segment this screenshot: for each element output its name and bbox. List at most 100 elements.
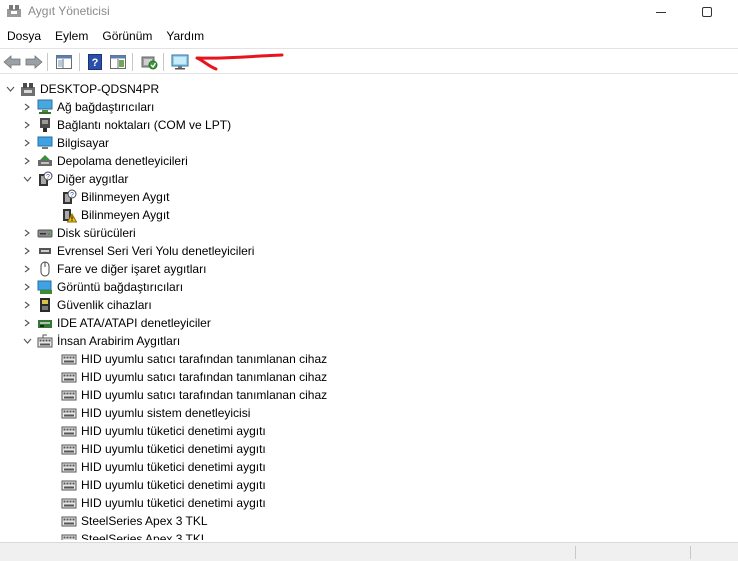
expand-chevron-icon[interactable] — [22, 156, 32, 166]
scan-hardware-icon — [141, 56, 158, 70]
scan-hardware-button[interactable] — [139, 52, 159, 72]
tree-node-device[interactable]: SteelSeries Apex 3 TKL — [46, 512, 208, 530]
tree-item-label: HID uyumlu tüketici denetimi aygıtı — [81, 442, 266, 456]
expand-chevron-icon[interactable] — [22, 120, 32, 130]
hid-device-icon — [61, 477, 77, 493]
tree-node-device[interactable]: HID uyumlu satıcı tarafından tanımlanan … — [46, 386, 327, 404]
title-bar: Aygıt Yöneticisi — [0, 0, 738, 24]
tree-node-device[interactable]: SteelSeries Apex 3 TKL — [46, 530, 208, 540]
hid-device-icon — [61, 531, 77, 540]
menu-eylem[interactable]: Eylem — [48, 26, 95, 46]
tree-item-label: Evrensel Seri Veri Yolu denetleyicileri — [57, 244, 255, 258]
tree-node-device[interactable]: HID uyumlu tüketici denetimi aygıtı — [46, 494, 266, 512]
disk-drive-icon — [37, 225, 53, 241]
tree-item-label: Güvenlik cihazları — [57, 298, 152, 312]
tree-item-label: SteelSeries Apex 3 TKL — [81, 532, 208, 540]
root-computer-icon — [20, 81, 36, 97]
forward-icon — [25, 55, 43, 69]
unknown-device-warning-icon — [61, 207, 77, 223]
tree-item-label: DESKTOP-QDSN4PR — [40, 82, 160, 96]
tree-node-device[interactable]: HID uyumlu satıcı tarafından tanımlanan … — [46, 368, 327, 386]
tree-item-label: Disk sürücüleri — [57, 226, 136, 240]
tree-node-device[interactable]: HID uyumlu tüketici denetimi aygıtı — [46, 440, 266, 458]
svg-text:?: ? — [70, 192, 74, 199]
svg-text:?: ? — [92, 57, 99, 69]
tree-node-category[interactable]: Güvenlik cihazları — [22, 296, 152, 314]
tree-node-category[interactable]: Depolama denetleyicileri — [22, 152, 188, 170]
properties-pane-button[interactable] — [108, 52, 128, 72]
tree-node-category[interactable]: Bilgisayar — [22, 134, 109, 152]
help-button[interactable]: ? — [85, 52, 105, 72]
tree-item-label: HID uyumlu tüketici denetimi aygıtı — [81, 460, 266, 474]
tree-item-label: Bilinmeyen Aygıt — [81, 208, 170, 222]
expand-chevron-icon[interactable] — [22, 246, 32, 256]
tree-node-category[interactable]: Görüntü bağdaştırıcıları — [22, 278, 183, 296]
tree-node-category[interactable]: İnsan Arabirim Aygıtları — [22, 332, 180, 350]
menu-dosya[interactable]: Dosya — [0, 26, 48, 46]
tree-node-device[interactable]: Bilinmeyen Aygıt — [46, 206, 170, 224]
hid-device-icon — [61, 423, 77, 439]
tree-node-device[interactable]: HID uyumlu satıcı tarafından tanımlanan … — [46, 350, 327, 368]
tree-node-device[interactable]: HID uyumlu sistem denetleyicisi — [46, 404, 250, 422]
status-divider — [575, 546, 576, 559]
hid-device-icon — [61, 405, 77, 421]
menu-bar: Dosya Eylem Görünüm Yardım — [0, 26, 738, 46]
svg-text:?: ? — [46, 174, 50, 181]
unknown-device-icon: ? — [61, 189, 77, 205]
storage-controller-icon — [37, 153, 53, 169]
tree-node-category[interactable]: ? Diğer aygıtlar — [22, 170, 128, 188]
expand-chevron-icon[interactable] — [22, 300, 32, 310]
window-title: Aygıt Yöneticisi — [28, 4, 110, 18]
tree-node-category[interactable]: Disk sürücüleri — [22, 224, 136, 242]
tree-node-category[interactable]: Bağlantı noktaları (COM ve LPT) — [22, 116, 231, 134]
monitor-button[interactable] — [170, 52, 190, 72]
collapse-chevron-icon[interactable] — [5, 84, 15, 94]
expand-chevron-icon[interactable] — [22, 102, 32, 112]
tree-item-label: Görüntü bağdaştırıcıları — [57, 280, 184, 294]
minimize-button[interactable] — [638, 0, 684, 24]
tree-node-device[interactable]: HID uyumlu tüketici denetimi aygıtı — [46, 422, 266, 440]
collapse-chevron-icon[interactable] — [22, 336, 32, 346]
maximize-button[interactable] — [684, 0, 730, 24]
toolbar: ? — [0, 48, 738, 74]
collapse-chevron-icon[interactable] — [22, 174, 32, 184]
forward-button[interactable] — [24, 52, 44, 72]
tree-item-label: SteelSeries Apex 3 TKL — [81, 514, 208, 528]
tree-node-device[interactable]: ? Bilinmeyen Aygıt — [46, 188, 170, 206]
toolbar-divider — [132, 53, 133, 71]
usb-controller-icon — [37, 243, 53, 259]
tree-node-device[interactable]: HID uyumlu tüketici denetimi aygıtı — [46, 476, 266, 494]
help-icon: ? — [88, 54, 102, 70]
back-button[interactable] — [2, 52, 22, 72]
show-hide-console-tree-button[interactable] — [54, 52, 74, 72]
menu-yardim[interactable]: Yardım — [159, 26, 211, 46]
minimize-icon — [656, 11, 666, 13]
expand-chevron-icon[interactable] — [22, 138, 32, 148]
tree-item-label: Diğer aygıtlar — [57, 172, 129, 186]
tree-item-label: Bilgisayar — [57, 136, 110, 150]
expand-chevron-icon[interactable] — [22, 264, 32, 274]
tree-node-category[interactable]: Ağ bağdaştırıcıları — [22, 98, 154, 116]
tree-item-label: HID uyumlu tüketici denetimi aygıtı — [81, 496, 266, 510]
hid-device-icon — [61, 513, 77, 529]
expand-chevron-icon[interactable] — [22, 282, 32, 292]
expand-chevron-icon[interactable] — [22, 318, 32, 328]
tree-item-label: İnsan Arabirim Aygıtları — [57, 334, 181, 348]
tree-root[interactable]: DESKTOP-QDSN4PR — [5, 80, 159, 98]
tree-node-category[interactable]: Fare ve diğer işaret aygıtları — [22, 260, 206, 278]
tree-item-label: HID uyumlu satıcı tarafından tanımlanan … — [81, 388, 328, 402]
hid-device-icon — [61, 459, 77, 475]
tree-node-category[interactable]: Evrensel Seri Veri Yolu denetleyicileri — [22, 242, 254, 260]
expand-chevron-icon[interactable] — [22, 228, 32, 238]
tree-node-category[interactable]: IDE ATA/ATAPI denetleyiciler — [22, 314, 211, 332]
hid-device-icon — [61, 495, 77, 511]
computer-icon — [37, 135, 53, 151]
console-tree-icon — [56, 55, 72, 69]
menu-gorunum[interactable]: Görünüm — [95, 26, 159, 46]
hid-device-icon — [61, 351, 77, 367]
tree-item-label: Fare ve diğer işaret aygıtları — [57, 262, 207, 276]
status-bar — [0, 542, 738, 561]
hid-icon — [37, 333, 53, 349]
tree-node-device[interactable]: HID uyumlu tüketici denetimi aygıtı — [46, 458, 266, 476]
close-button[interactable] — [726, 0, 738, 24]
